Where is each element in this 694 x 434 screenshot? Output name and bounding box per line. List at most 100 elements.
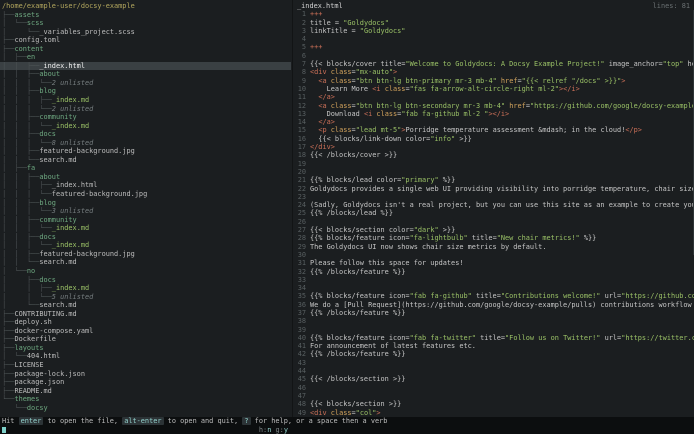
tree-item[interactable]: │ │ └──5 unlisted	[0, 293, 291, 302]
line-number: 12	[295, 102, 306, 110]
tree-item[interactable]: │ │ ├──_index.html	[0, 62, 291, 71]
tree-item[interactable]: │ │ │ └──8 unlisted	[0, 139, 291, 148]
tree-item[interactable]: │ │ ├──blog	[0, 87, 291, 96]
tree-item[interactable]: │ │ ├──docs	[0, 233, 291, 242]
tree-item[interactable]: ├──package.json	[0, 378, 291, 387]
tree-item[interactable]: │ │ └──search.md	[0, 258, 291, 267]
tree-item[interactable]: ├──CONTRIBUTING.md	[0, 310, 291, 319]
root-path[interactable]: /home/example-user/docsy-example	[0, 2, 291, 11]
code-line: 46	[293, 384, 694, 392]
line-number: 11	[295, 93, 306, 101]
tree-item[interactable]: ├──docker-compose.yaml	[0, 327, 291, 336]
tree-item[interactable]: ├──LICENSE	[0, 361, 291, 370]
code-line: 45{{< /blocks/section >}}	[293, 375, 694, 383]
tree-item[interactable]: │ │ ├──docs	[0, 130, 291, 139]
tree-item[interactable]: ├──assets	[0, 11, 291, 20]
code-line: 13 Download <i class="fab fa-github ml-2…	[293, 110, 694, 118]
tree-item[interactable]: │ │ ├──about	[0, 173, 291, 182]
tree-branch-icon: │ │ ├──	[2, 216, 39, 224]
code-line: 3linkTitle = "Goldydocs"	[293, 27, 694, 35]
tree-item[interactable]: │ ├──en	[0, 53, 291, 62]
tree-item[interactable]: │ │ ├──community	[0, 216, 291, 225]
code-text: </a>	[310, 118, 335, 126]
tree-item[interactable]: │ │ │ └──3 unlisted	[0, 207, 291, 216]
code-text: {{< blocks/section >}}	[310, 400, 401, 408]
tree-item[interactable]: ├──deploy.sh	[0, 318, 291, 327]
tree-item[interactable]: │ └──search.md	[0, 301, 291, 310]
tree-item[interactable]: │ └──_variables_project.scss	[0, 28, 291, 37]
tree-branch-icon: │ │ ├──	[2, 147, 39, 155]
line-number: 1	[295, 10, 306, 18]
tree-item[interactable]: │ │ │ └──2 unlisted	[0, 105, 291, 114]
tree-item[interactable]: │ │ │ └──_index.md	[0, 241, 291, 250]
tree-item[interactable]: │ │ ├──community	[0, 113, 291, 122]
tree-branch-icon: ├──	[2, 36, 14, 44]
tree-item[interactable]: └──themes	[0, 395, 291, 404]
line-number: 21	[295, 176, 306, 184]
tree-item[interactable]: │ │ └──search.md	[0, 156, 291, 165]
tree-item[interactable]: ├──Dockerfile	[0, 335, 291, 344]
input-bar[interactable]: h:n g:y	[0, 426, 694, 434]
line-number: 33	[295, 276, 306, 284]
line-number: 35	[295, 292, 306, 300]
tree-item[interactable]: │ │ ├──blog	[0, 199, 291, 208]
tree-item[interactable]: │ │ │ └──featured-background.jpg	[0, 190, 291, 199]
tree-item[interactable]: └──docsy	[0, 404, 291, 413]
code-text: Download <i class="fab fa-github ml-2 ">…	[310, 110, 509, 118]
code-text: </div>	[310, 143, 335, 151]
line-number: 6	[295, 52, 306, 60]
tree-item[interactable]: ├──README.md	[0, 387, 291, 396]
flag-value: y	[284, 426, 288, 434]
code-line: 7{{< blocks/cover title="Welcome to Gold…	[293, 60, 694, 68]
tree-branch-icon: │ │ │ ├──	[2, 181, 52, 189]
tree-item[interactable]: │ └──scss	[0, 19, 291, 28]
code-line: 18{{< /blocks/cover >}}	[293, 151, 694, 159]
code-text: {{< /blocks/cover >}}	[310, 151, 397, 159]
line-number: 26	[295, 218, 306, 226]
tree-branch-icon: │ │ │ ├──	[2, 96, 52, 104]
tree-item[interactable]: │ │ ├──_index.md	[0, 284, 291, 293]
tree-item-label: 8 unlisted	[52, 139, 94, 147]
tree-branch-icon: │ │ └──	[2, 258, 39, 266]
input-cursor[interactable]	[2, 427, 6, 434]
code-line: 41For announcement of latest features et…	[293, 342, 694, 350]
tree-branch-icon: │ │ ├──	[2, 130, 39, 138]
tree-item[interactable]: │ ├──fa	[0, 164, 291, 173]
tree-item[interactable]: ├──config.toml	[0, 36, 291, 45]
tree-item[interactable]: │ │ ├──about	[0, 70, 291, 79]
tree-item-label: docker-compose.yaml	[14, 327, 93, 335]
tree-item[interactable]: ├──content	[0, 45, 291, 54]
tree-item-label: _index.md	[52, 224, 89, 232]
line-number: 7	[295, 60, 306, 68]
hint-text: to open and quit,	[164, 417, 243, 425]
code-line: 8<div class="mx-auto">	[293, 68, 694, 76]
code-line: 47	[293, 392, 694, 400]
tree-item[interactable]: │ │ │ └──_index.md	[0, 122, 291, 131]
tree-item-label: deploy.sh	[14, 318, 51, 326]
tree-item[interactable]: │ └──404.html	[0, 352, 291, 361]
tree-item[interactable]: │ └──no	[0, 267, 291, 276]
tree-item[interactable]: │ │ │ ├──_index.md	[0, 96, 291, 105]
tree-item[interactable]: │ │ │ └──_index.md	[0, 224, 291, 233]
tree-item-label: docs	[39, 130, 56, 138]
tree-item[interactable]: ├──package-lock.json	[0, 370, 291, 379]
code-line: 33	[293, 276, 694, 284]
tree-item[interactable]: │ ├──docs	[0, 276, 291, 285]
code-line: 43	[293, 359, 694, 367]
line-number: 32	[295, 268, 306, 276]
code-line: 29The Goldydocs UI now shows chair size …	[293, 243, 694, 251]
line-number: 37	[295, 309, 306, 317]
code-line: 48{{< blocks/section >}}	[293, 400, 694, 408]
tree-branch-icon: │ │ │ └──	[2, 241, 52, 249]
hint-key: ?	[242, 417, 250, 425]
code-text: {{< blocks/section color="dark" >}}	[310, 226, 455, 234]
tree-item[interactable]: │ │ │ ├──_index.html	[0, 181, 291, 190]
code-line: 42{{% /blocks/feature %}}	[293, 350, 694, 358]
tree-item[interactable]: │ │ ├──featured-background.jpg	[0, 147, 291, 156]
code-line: 24(Sadly, Goldydocs isn't a real project…	[293, 201, 694, 209]
tree-item[interactable]: ├──layouts	[0, 344, 291, 353]
line-number: 15	[295, 126, 306, 134]
tree-item[interactable]: │ │ │ └──2 unlisted	[0, 79, 291, 88]
hint-key: enter	[19, 417, 44, 425]
tree-item[interactable]: │ │ ├──featured-background.jpg	[0, 250, 291, 259]
